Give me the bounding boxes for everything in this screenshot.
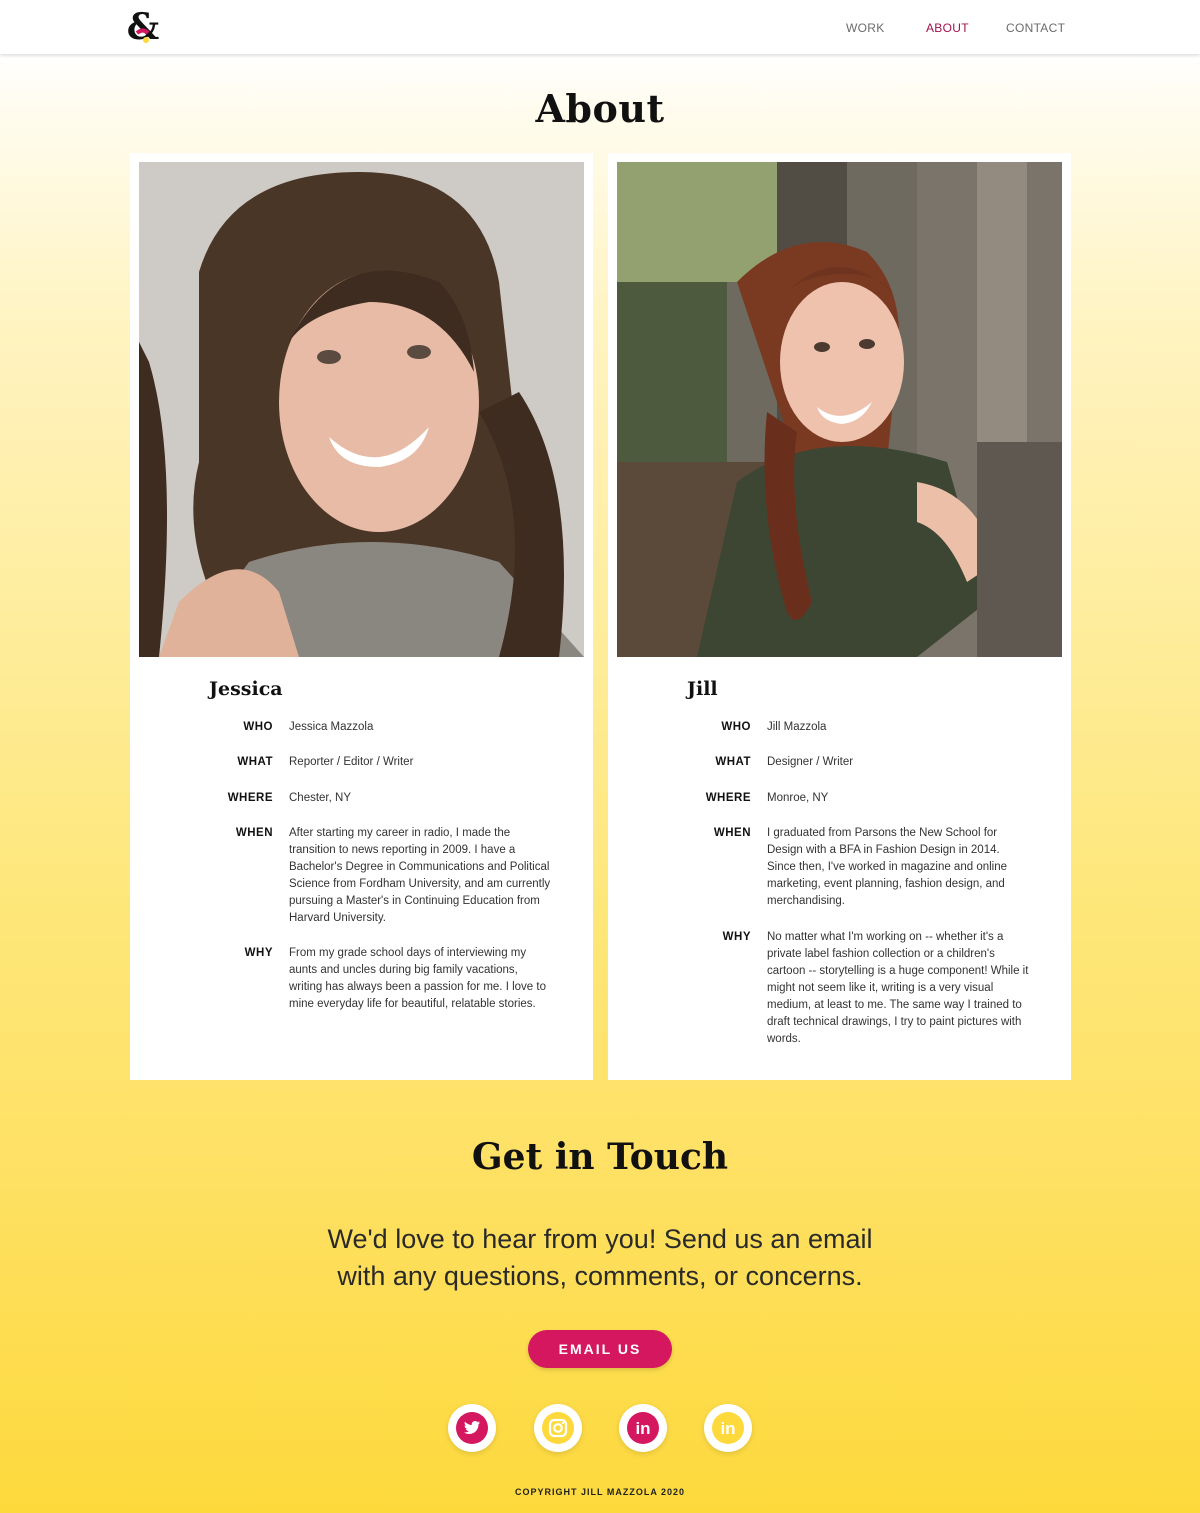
what-label: WHAT (715, 756, 751, 768)
instagram-link[interactable] (534, 1404, 582, 1452)
page-title: About (535, 86, 665, 131)
nav-work[interactable]: WORK (846, 21, 885, 35)
why-label: WHY (722, 931, 751, 943)
jill-portrait-photo (617, 162, 1062, 657)
what-value: Reporter / Editor / Writer (289, 756, 414, 768)
who-value: Jill Mazzola (767, 721, 827, 733)
where-label: WHERE (227, 792, 273, 804)
contact-message: We'd love to hear from you! Send us an e… (327, 1224, 873, 1291)
when-label: WHEN (235, 827, 273, 839)
twitter-icon (456, 1412, 488, 1444)
jessica-portrait-photo (139, 162, 584, 657)
where-label: WHERE (705, 792, 751, 804)
who-label: WHO (721, 721, 751, 733)
profile-card-jill: Jill WHO Jill Mazzola WHAT Designer / Wr… (608, 153, 1071, 1080)
nav-contact[interactable]: CONTACT (1006, 21, 1065, 35)
top-navigation-bar: & WORK ABOUT CONTACT (0, 0, 1200, 54)
twitter-link[interactable] (448, 1404, 496, 1452)
who-value: Jessica Mazzola (289, 721, 374, 733)
profile-card-jessica: Jessica WHO Jessica Mazzola WHAT Reporte… (130, 153, 593, 1080)
svg-text:in: in (720, 1419, 735, 1438)
why-value: No matter what I'm working on -- whether… (767, 931, 1029, 1045)
linkedin-icon: in (627, 1412, 659, 1444)
svg-text:in: in (635, 1419, 650, 1438)
when-label: WHEN (713, 827, 751, 839)
where-value: Monroe, NY (767, 792, 829, 804)
what-value: Designer / Writer (767, 756, 854, 768)
svg-text:&: & (127, 6, 160, 48)
get-in-touch-heading: Get in Touch (471, 1136, 729, 1178)
linkedin-link[interactable]: in (704, 1404, 752, 1452)
linkedin-icon: in (712, 1412, 744, 1444)
why-label: WHY (244, 947, 273, 959)
linkedin-link[interactable]: in (619, 1404, 667, 1452)
who-label: WHO (243, 721, 273, 733)
what-label: WHAT (237, 756, 273, 768)
when-value: I graduated from Parsons the New School … (767, 827, 1008, 907)
when-value: After starting my career in radio, I mad… (289, 827, 551, 924)
copyright-notice: COPYRIGHT JILL MAZZOLA 2020 (514, 1487, 686, 1497)
where-value: Chester, NY (289, 792, 351, 804)
nav-about[interactable]: ABOUT (926, 21, 969, 35)
why-value: From my grade school days of interviewin… (289, 947, 546, 1010)
ampersand-logo[interactable]: & (126, 6, 160, 48)
profile-name: Jill (687, 678, 718, 700)
email-us-button[interactable]: EMAIL US (528, 1330, 672, 1368)
instagram-icon (542, 1412, 574, 1444)
profile-name: Jessica (209, 678, 283, 700)
